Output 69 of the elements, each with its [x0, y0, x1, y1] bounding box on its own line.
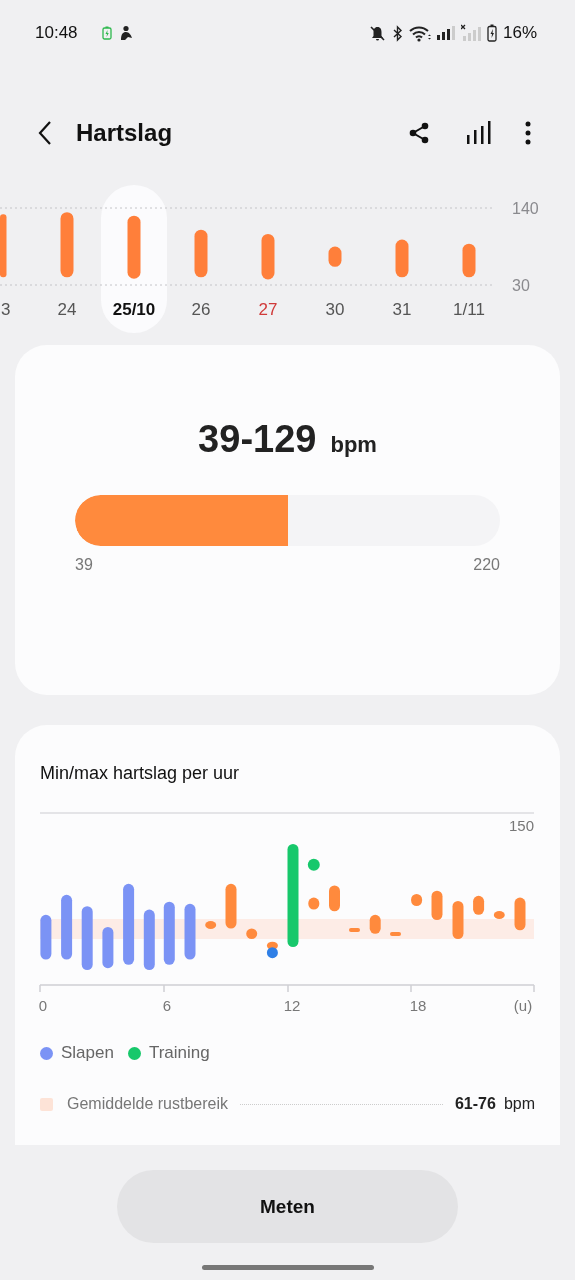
heart-rate-bar [390, 932, 401, 936]
resting-range-label: Gemiddelde rustbereik [67, 1095, 228, 1113]
heart-rate-bar [473, 895, 485, 915]
resting-range-swatch [40, 1097, 53, 1111]
range-bar[interactable] [261, 233, 275, 280]
x-axis-label: (u) [513, 997, 533, 1014]
range-bar[interactable] [462, 243, 476, 278]
heart-rate-bar [225, 883, 237, 929]
sleep-bar [40, 914, 52, 960]
range-bar[interactable] [194, 229, 208, 278]
day-label[interactable]: 1/11 [453, 300, 485, 319]
y-axis-label: 140 [512, 200, 539, 217]
heart-rate-bar [205, 921, 217, 929]
card-title: Min/max hartslag per uur [40, 763, 241, 784]
day-label[interactable]: 27 [258, 300, 278, 319]
battery-icon [486, 24, 497, 42]
range-bar[interactable] [328, 246, 342, 267]
day-label[interactable]: 24 [57, 300, 77, 319]
heart-rate-range: 39-129 [198, 418, 317, 461]
signal-icon [436, 25, 455, 41]
day-label[interactable]: 26 [191, 300, 211, 319]
range-bar[interactable] [395, 239, 409, 278]
y-axis-label: 150 [508, 817, 534, 834]
day-label[interactable]: 31 [392, 300, 412, 319]
mute-bell-icon [368, 24, 386, 42]
sleep-bar [184, 903, 196, 960]
wifi-icon [408, 24, 431, 42]
heart-rate-bar [493, 911, 505, 919]
status-time: 10:48 [35, 23, 78, 43]
unit-label: bpm [330, 432, 377, 458]
measurement-point [266, 947, 278, 959]
day-label[interactable]: 3 [1, 300, 11, 319]
heart-rate-bar [329, 885, 340, 912]
training-point [307, 858, 320, 871]
heart-rate-bar [411, 894, 423, 906]
heart-rate-bar [349, 928, 360, 932]
battery-charging-icon [101, 26, 112, 40]
more-options-icon[interactable] [525, 121, 531, 145]
legend-label: Training [148, 1043, 210, 1063]
heart-rate-bar [369, 914, 381, 934]
heart-rate-bar [308, 897, 320, 910]
day-label[interactable]: 25/10 [112, 300, 156, 319]
battery-percentage: 16% [502, 23, 537, 43]
heart-rate-bar [246, 928, 258, 939]
no-signal-icon [460, 24, 481, 42]
heart-rate-bar [431, 890, 443, 920]
x-axis-label: 6 [162, 997, 172, 1014]
range-bar[interactable] [0, 214, 7, 278]
heart-rate-bar [452, 901, 464, 939]
sleep-bar [81, 906, 93, 970]
x-axis-label: 0 [38, 997, 48, 1014]
day-label[interactable]: 30 [325, 300, 345, 319]
heart-rate-bar [514, 897, 526, 931]
range-bar[interactable] [60, 212, 74, 278]
scale-max-label: 220 [473, 556, 500, 574]
sleep-bar [163, 901, 175, 965]
bluetooth-icon [391, 24, 403, 42]
x-axis-label: 18 [409, 997, 427, 1014]
measure-button[interactable]: Meten [117, 1170, 458, 1243]
unit-label: bpm [503, 1095, 535, 1113]
page-title: Hartslag [76, 119, 173, 147]
scale-min-label: 39 [75, 556, 93, 574]
legend-label: Slapen [61, 1043, 114, 1063]
y-axis-label: 30 [512, 277, 530, 294]
sleep-bar [143, 909, 155, 970]
x-axis-label: 12 [283, 997, 301, 1014]
sleep-bar [102, 926, 114, 969]
resting-range-value: 61-76 [454, 1095, 496, 1113]
sleep-bar [61, 894, 73, 960]
